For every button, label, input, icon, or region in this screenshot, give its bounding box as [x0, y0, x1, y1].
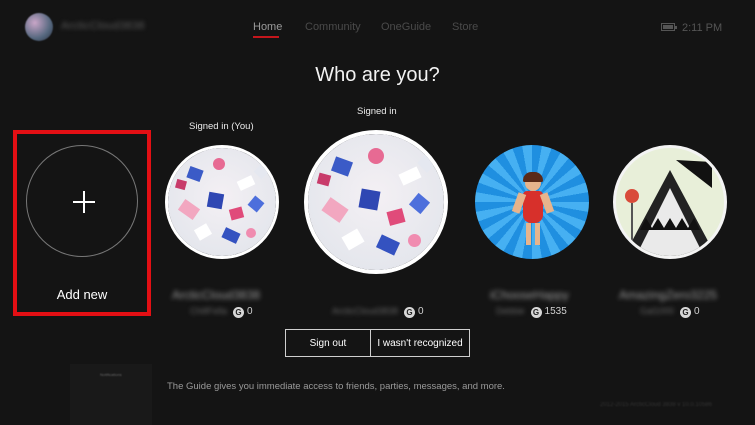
top-bar: ArcticCloud3838 Home Community OneGuide …	[0, 0, 755, 56]
confetti-avatar	[168, 148, 276, 256]
signed-in-status: Signed in (You)	[189, 121, 254, 132]
add-new-label: Add new	[56, 287, 108, 302]
shark-mountain-avatar	[616, 148, 724, 256]
nav-tabs: Home Community OneGuide Store	[0, 21, 755, 41]
profile-picture-1[interactable]	[165, 145, 279, 259]
gamerscore-icon: G	[233, 307, 245, 318]
clock: 2:11 PM	[682, 22, 723, 34]
plus-icon-vertical	[83, 191, 85, 213]
battery-icon	[661, 23, 677, 31]
profile-gamertag-3: iChooseHappy	[490, 288, 569, 302]
signed-in-status: Signed in	[357, 106, 397, 117]
guide-description: The Guide gives you immediate access to …	[167, 381, 505, 392]
gamerscore-4: 0	[694, 306, 700, 317]
gamerscore-3: 1535	[544, 306, 567, 317]
tab-store[interactable]: Store	[452, 21, 478, 33]
gamerscore-icon: G	[680, 307, 692, 318]
guide-small-label: Notifications	[100, 372, 122, 377]
profile-subtitle-2: ArcticCloud3838 G 0	[332, 306, 424, 318]
tab-community[interactable]: Community	[305, 21, 361, 33]
profile-realname-3: Debbie	[496, 306, 525, 316]
profile-picture-4[interactable]	[613, 145, 727, 259]
avatar-on-blue	[475, 145, 589, 259]
active-tab-indicator	[253, 36, 279, 38]
profile-subtitle-1: ChillFella G 0	[190, 306, 253, 318]
page-title: Who are you?	[315, 64, 440, 86]
tab-oneguide[interactable]: OneGuide	[381, 21, 431, 33]
profile-picture-3[interactable]	[475, 145, 589, 259]
profile-subtitle-4: Gal1000 G 0	[640, 306, 700, 318]
gamerscore-2: 0	[418, 306, 424, 317]
gamerscore-1: 0	[247, 306, 253, 317]
profile-subtitle-3: Debbie G 1535	[496, 306, 567, 318]
profile-realname-1: ChillFella	[190, 306, 228, 316]
confetti-avatar	[308, 134, 444, 270]
profile-gamertag-1: ArcticCloud3838	[172, 288, 261, 302]
profile-gamertag-4: AmazingZero3225	[619, 288, 718, 302]
not-recognized-button[interactable]: I wasn't recognized	[370, 329, 470, 357]
gamerscore-icon: G	[530, 307, 542, 318]
sign-out-button[interactable]: Sign out	[285, 329, 371, 357]
profile-realname-2: ArcticCloud3838	[332, 306, 399, 316]
profile-realname-4: Gal1000	[640, 306, 675, 316]
gamerscore-icon: G	[404, 307, 416, 318]
profile-picture-2[interactable]	[304, 130, 448, 274]
footer-text: 2012-2015 ArcticCloud 3838 v 10.0.10586	[600, 402, 713, 408]
tab-home[interactable]: Home	[253, 21, 282, 33]
